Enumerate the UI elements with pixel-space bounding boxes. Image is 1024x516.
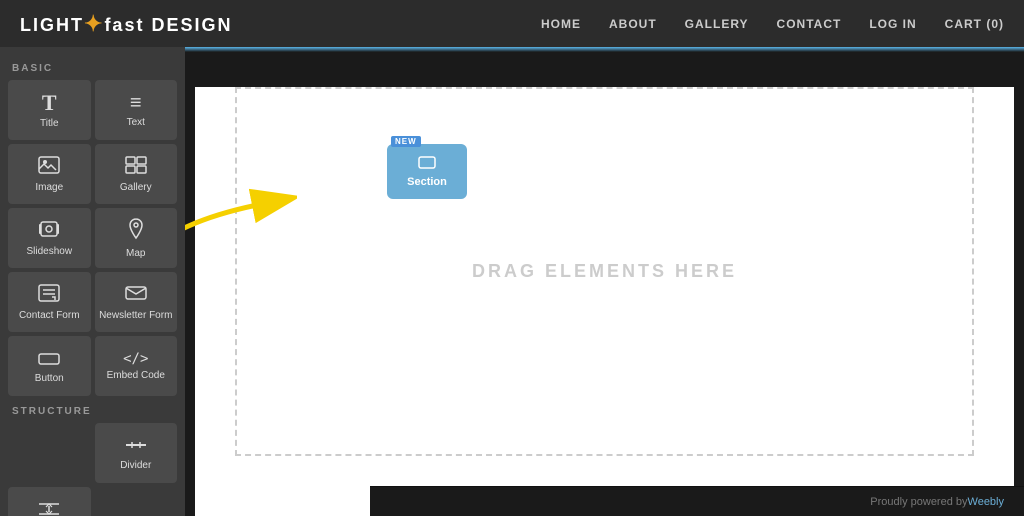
sidebar-item-button-label: Button [35, 373, 64, 385]
nav-cart[interactable]: CART (0) [945, 17, 1004, 31]
main-area: BASIC T Title ≡ Text Image Gallery [0, 47, 1024, 516]
weebly-link[interactable]: Weebly [968, 496, 1004, 508]
slideshow-icon [38, 220, 60, 242]
sidebar-item-image-label: Image [35, 182, 63, 194]
sidebar-item-newsletter-form[interactable]: Newsletter Form [95, 272, 178, 332]
nav-contact[interactable]: CONTACT [777, 17, 842, 31]
sidebar-item-embed-code-label: Embed Code [107, 370, 165, 382]
contact-form-icon [38, 284, 60, 306]
section-element-label: Section [407, 176, 447, 188]
title-icon: T [42, 92, 57, 114]
sidebar-item-spacer[interactable]: Spacer [8, 487, 91, 516]
sidebar-item-slideshow[interactable]: Slideshow [8, 208, 91, 268]
canvas-inner: DRAG ELEMENTS HERE NEW Section [195, 87, 1014, 516]
nav-login[interactable]: LOG IN [869, 17, 916, 31]
nav-home[interactable]: HOME [541, 17, 581, 31]
arrow-indicator [185, 149, 297, 309]
map-icon [126, 218, 146, 244]
top-navigation: LIGHT✦fast DESIGN HOME ABOUT GALLERY CON… [0, 0, 1024, 47]
spacer-icon [38, 500, 60, 516]
gallery-icon [125, 156, 147, 178]
sidebar-item-embed-code[interactable]: </> Embed Code [95, 336, 178, 396]
new-badge: NEW [391, 136, 421, 147]
drop-zone[interactable]: DRAG ELEMENTS HERE NEW Section [235, 87, 974, 456]
nav-about[interactable]: ABOUT [609, 17, 657, 31]
newsletter-icon [125, 284, 147, 306]
sidebar-item-title[interactable]: T Title [8, 80, 91, 140]
sidebar-item-button[interactable]: Button [8, 336, 91, 396]
drop-text: DRAG ELEMENTS HERE [472, 261, 737, 282]
sidebar-item-title-label: Title [40, 118, 59, 130]
sidebar: BASIC T Title ≡ Text Image Gallery [0, 47, 185, 516]
basic-items-grid: T Title ≡ Text Image Gallery [8, 80, 177, 396]
spacer-grid: Spacer [8, 487, 177, 516]
structure-items-grid: Divider [8, 423, 177, 483]
sidebar-item-text-label: Text [127, 117, 145, 129]
image-icon [38, 156, 60, 178]
sidebar-item-map[interactable]: Map [95, 208, 178, 268]
sidebar-item-map-label: Map [126, 248, 145, 260]
button-icon [38, 349, 60, 369]
structure-section-label: STRUCTURE [8, 400, 177, 423]
sidebar-item-divider-label: Divider [120, 460, 151, 472]
section-element-icon [418, 156, 436, 174]
sidebar-item-divider[interactable]: Divider [95, 423, 178, 483]
embed-code-icon: </> [123, 352, 148, 366]
canvas-area: DRAG ELEMENTS HERE NEW Section [185, 47, 1024, 516]
text-icon: ≡ [130, 93, 142, 113]
powered-by-text: Proudly powered by [870, 496, 967, 508]
logo-dot: ✦ [84, 11, 104, 36]
nav-gallery[interactable]: GALLERY [685, 17, 749, 31]
section-drag-element[interactable]: NEW Section [387, 144, 467, 199]
sidebar-item-contact-form-label: Contact Form [19, 310, 80, 322]
sidebar-item-image[interactable]: Image [8, 144, 91, 204]
sidebar-item-newsletter-label: Newsletter Form [99, 310, 172, 322]
nav-links: HOME ABOUT GALLERY CONTACT LOG IN CART (… [541, 17, 1004, 31]
bottom-bar: Proudly powered by Weebly [370, 486, 1024, 516]
divider-icon [125, 436, 147, 456]
sidebar-item-text[interactable]: ≡ Text [95, 80, 178, 140]
sidebar-item-slideshow-label: Slideshow [26, 246, 72, 258]
site-logo: LIGHT✦fast DESIGN [20, 11, 232, 37]
sidebar-item-gallery-label: Gallery [120, 182, 152, 194]
basic-section-label: BASIC [8, 57, 177, 80]
sidebar-item-gallery[interactable]: Gallery [95, 144, 178, 204]
sidebar-item-contact-form[interactable]: Contact Form [8, 272, 91, 332]
